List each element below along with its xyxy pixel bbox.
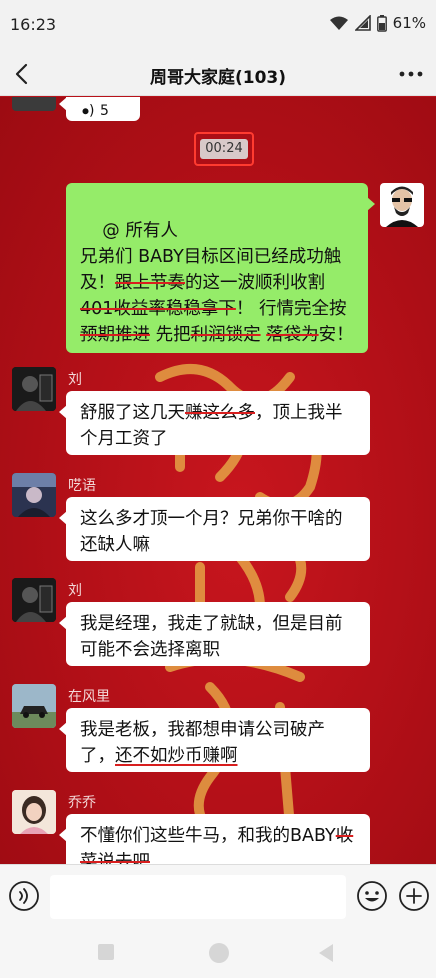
timestamp-highlight: 00:24 [194, 132, 254, 166]
message-bubble[interactable]: 这么多才顶一个月？兄弟你干啥的还缺人嘛 [59, 497, 370, 561]
struck-text: 稳稳拿下 [165, 299, 236, 319]
avatar-qiaoqiao[interactable] [12, 790, 56, 834]
struck-text: 落袋为 [266, 325, 319, 345]
status-bar: 16:23 61% [0, 0, 436, 52]
recents-square-icon[interactable] [96, 942, 116, 962]
sender-name: 刘 [68, 372, 82, 388]
sender-name: 呓语 [68, 478, 96, 494]
signal-icon [354, 15, 371, 31]
message-text: 舒服了这几天赚这么多，顶上我半个月工资了 [80, 403, 343, 449]
struck-text: 利润锁定 [190, 325, 261, 345]
text-segment: 这么多才顶一个月？兄弟你干啥的还缺人嘛 [80, 509, 343, 555]
sender-name: 乔乔 [68, 795, 96, 811]
avatar-yiyu[interactable] [12, 473, 56, 517]
back-triangle-icon[interactable] [316, 942, 336, 964]
avatar-self[interactable] [380, 183, 424, 227]
text-segment: 先把 [150, 325, 191, 345]
struck-text: 401收益率 [80, 299, 166, 319]
underlined-text: 还不如炒币赚啊 [115, 746, 238, 766]
text-segment: 舒服了这几天 [80, 403, 185, 423]
struck-text: 预期推进 [80, 325, 150, 345]
input-bar [0, 864, 436, 930]
message-bubble[interactable]: 舒服了这几天赚这么多，顶上我半个月工资了 [59, 391, 370, 455]
timestamp: 00:24 [200, 139, 248, 159]
system-navigation [0, 930, 436, 978]
avatar-zaifengli[interactable] [12, 684, 56, 728]
message-input[interactable] [50, 875, 346, 919]
voice-icon[interactable] [8, 880, 40, 912]
message-text: @ 所有人 兄弟们 BABY目标区间已经成功触及！跟上节奏的这一波顺利收割401… [80, 221, 354, 345]
wifi-icon [329, 16, 348, 30]
text-segment: 我是经理，我走了就缺，但是目前可能不会选择离职 [80, 614, 343, 660]
avatar-liu[interactable] [12, 367, 56, 411]
avatar-liu[interactable] [12, 578, 56, 622]
sender-name: 在风里 [68, 689, 110, 705]
emoji-icon[interactable] [356, 880, 388, 912]
voice-playing-icon: ⦁) [82, 103, 95, 119]
sender-name: 刘 [68, 583, 82, 599]
chat-header: 周哥大家庭(103) [0, 52, 436, 96]
home-circle-icon[interactable] [208, 942, 230, 964]
struck-text: 跟上节奏 [115, 273, 185, 293]
message-text: 不懂你们这些牛马，和我的BABY收菜说去吧 [80, 826, 353, 864]
message-bubble-own[interactable]: @ 所有人 兄弟们 BABY目标区间已经成功触及！跟上节奏的这一波顺利收割401… [66, 183, 375, 353]
text-segment: 的这一波顺利收割 [185, 273, 325, 293]
voice-duration: 5 [100, 103, 109, 119]
more-dots-icon[interactable] [396, 60, 426, 88]
battery-icon [376, 14, 387, 32]
message-text: 我是老板，我都想申请公司破产了，还不如炒币赚啊 [80, 720, 325, 766]
message-text: 我是经理，我走了就缺，但是目前可能不会选择离职 [80, 614, 343, 660]
chat-area[interactable]: ⦁) 5 00:24 @ 所有人 兄弟们 BABY目标区间已经成功触及！跟上节奏… [0, 97, 436, 864]
message-bubble[interactable]: 我是老板，我都想申请公司破产了，还不如炒币赚啊 [59, 708, 370, 772]
message-bubble-partial[interactable]: ⦁) 5 [59, 97, 140, 121]
plus-circle-icon[interactable] [398, 880, 430, 912]
text-segment: 安！ [318, 325, 354, 345]
avatar-top-partial[interactable] [12, 97, 56, 111]
status-time: 16:23 [10, 15, 57, 34]
text-segment: 不懂你们这些牛马，和我的BABY [80, 826, 336, 846]
message-text: 这么多才顶一个月？兄弟你干啥的还缺人嘛 [80, 509, 343, 555]
chat-title: 周哥大家庭(103) [149, 68, 287, 88]
battery-percent: 61% [392, 14, 426, 32]
message-bubble[interactable]: 我是经理，我走了就缺，但是目前可能不会选择离职 [59, 602, 370, 666]
message-bubble[interactable]: 不懂你们这些牛马，和我的BABY收菜说去吧 [59, 814, 370, 864]
text-segment: ！ 行情完全按 [235, 299, 347, 319]
struck-text: 赚这么多 [185, 403, 255, 423]
